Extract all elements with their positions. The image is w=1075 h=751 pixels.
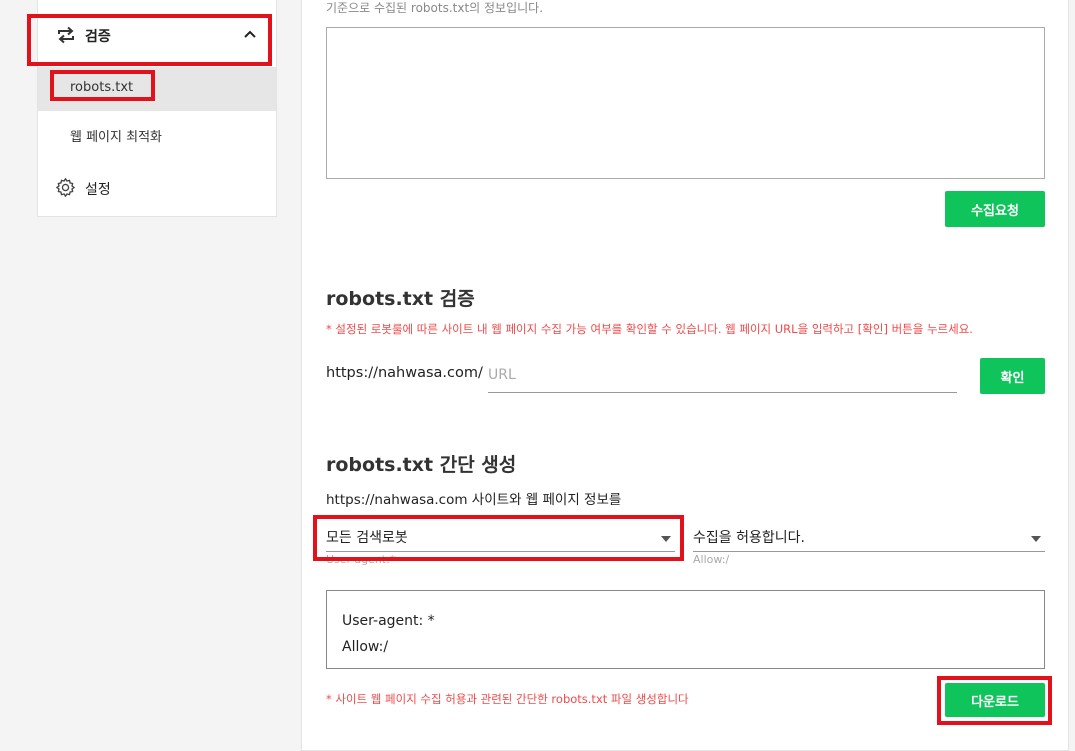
preview-line: User-agent: * bbox=[342, 613, 435, 629]
sidebar-item-robots-txt[interactable]: robots.txt bbox=[38, 67, 276, 111]
chevron-up-icon[interactable] bbox=[243, 29, 257, 39]
caret-down-icon bbox=[1031, 536, 1041, 542]
user-agent-select[interactable]: 모든 검색로봇 bbox=[326, 522, 675, 552]
caret-down-icon bbox=[661, 536, 671, 542]
verify-note: * 설정된 로봇룰에 따른 사이트 내 웹 페이지 수집 가능 여부를 확인할 … bbox=[326, 322, 973, 336]
robots-preview: User-agent: * Allow:/ bbox=[326, 590, 1045, 669]
confirm-button[interactable]: 확인 bbox=[980, 358, 1045, 394]
allow-select[interactable]: 수집을 허용합니다. bbox=[693, 522, 1045, 552]
sidebar-item-web-optimization[interactable]: 웹 페이지 최적화 bbox=[38, 113, 276, 157]
allow-select-value: 수집을 허용합니다. bbox=[693, 530, 805, 546]
url-prefix: https://nahwasa.com/ bbox=[326, 365, 483, 381]
collected-robots-textarea[interactable] bbox=[326, 27, 1045, 179]
generate-description: https://nahwasa.com 사이트와 웹 페이지 정보를 bbox=[326, 492, 622, 508]
sidebar-item-label: 웹 페이지 최적화 bbox=[70, 130, 162, 145]
collect-request-button[interactable]: 수집요청 bbox=[945, 191, 1045, 227]
generate-section-title: robots.txt 간단 생성 bbox=[326, 454, 517, 476]
download-button[interactable]: 다운로드 bbox=[945, 683, 1045, 717]
allow-helper: Allow:/ bbox=[693, 553, 730, 566]
url-input[interactable] bbox=[488, 357, 957, 393]
verify-section-title: robots.txt 검증 bbox=[326, 288, 475, 310]
main-panel: 기준으로 수집된 robots.txt의 정보입니다. 수집요청 robots.… bbox=[301, 0, 1069, 751]
generate-note: * 사이트 웹 페이지 수집 허용과 관련된 간단한 robots.txt 파일… bbox=[326, 692, 689, 706]
sidebar-group-verify[interactable]: 검증 bbox=[38, 0, 276, 69]
sidebar-item-label: robots.txt bbox=[70, 80, 134, 95]
sidebar-group-label: 검증 bbox=[85, 29, 111, 45]
collected-info-caption: 기준으로 수집된 robots.txt의 정보입니다. bbox=[326, 1, 544, 15]
preview-line: Allow:/ bbox=[342, 639, 389, 655]
sidebar-item-settings[interactable]: 설정 bbox=[38, 169, 276, 209]
user-agent-select-value: 모든 검색로봇 bbox=[326, 530, 408, 546]
sidebar: 검증 robots.txt 웹 페이지 최적화 설정 bbox=[37, 0, 277, 217]
repeat-icon bbox=[58, 26, 74, 44]
sidebar-settings-label: 설정 bbox=[85, 182, 111, 198]
gear-icon bbox=[56, 178, 75, 197]
user-agent-helper: User-agent:* bbox=[326, 553, 396, 566]
